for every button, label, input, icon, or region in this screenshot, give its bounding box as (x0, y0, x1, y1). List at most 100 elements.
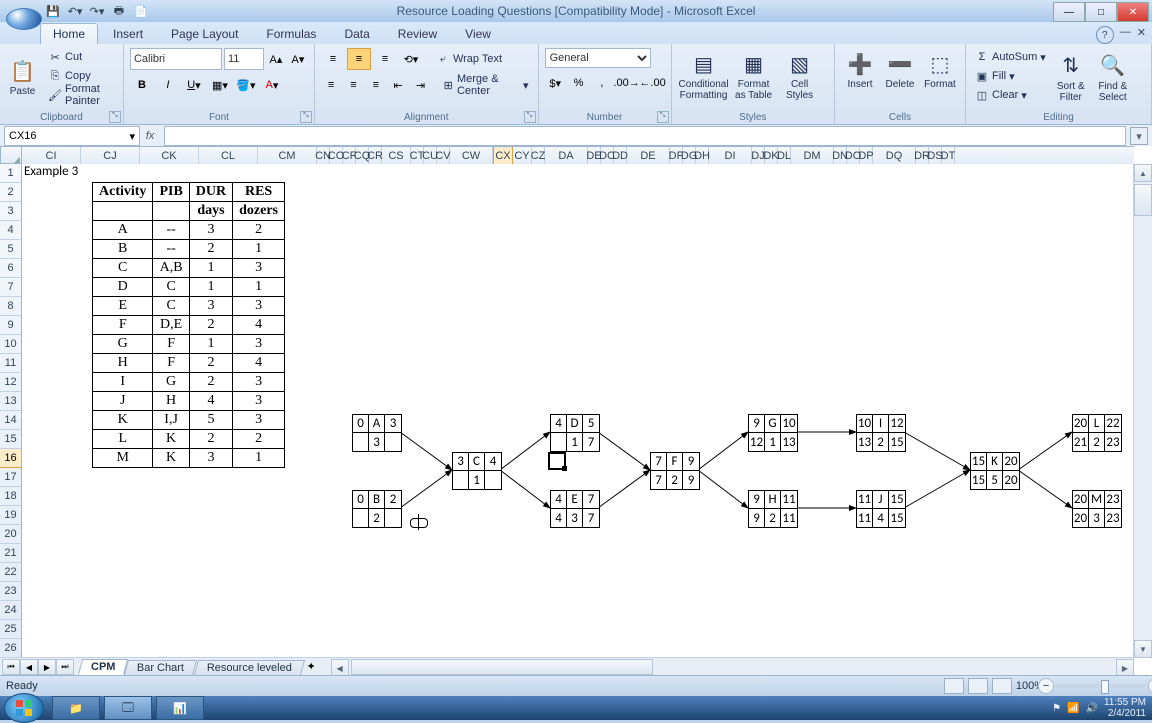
save-icon[interactable]: 💾 (44, 2, 62, 20)
column-header[interactable]: DL (778, 147, 791, 165)
cell-styles-button[interactable]: ▧Cell Styles (778, 48, 822, 101)
system-clock[interactable]: 11:55 PM 2/4/2011 (1104, 697, 1146, 719)
format-cells-button[interactable]: ⬚Format (921, 48, 959, 90)
name-box[interactable]: CX16▾ (4, 126, 140, 146)
fx-icon[interactable]: fx (140, 130, 160, 142)
column-header[interactable]: CS (382, 147, 411, 165)
wrap-text-button[interactable]: ⤶Wrap Text (433, 50, 505, 68)
font-size-combo[interactable] (224, 48, 264, 70)
column-header[interactable]: CY (513, 147, 532, 165)
quick-print-icon[interactable]: 📄 (132, 2, 150, 20)
tray-network-icon[interactable]: 📶 (1067, 703, 1079, 714)
row-header[interactable]: 12 (0, 373, 22, 392)
ribbon-close-icon[interactable]: ✕ (1137, 26, 1146, 44)
tray-volume-icon[interactable]: 🔊 (1085, 703, 1097, 714)
formula-expand-icon[interactable]: ▾ (1130, 127, 1148, 145)
fill-button[interactable]: ▣Fill▾ (972, 67, 1049, 85)
align-top-icon[interactable]: ≡ (321, 48, 345, 70)
row-header[interactable]: 6 (0, 259, 22, 278)
column-header[interactable]: CK (140, 147, 199, 165)
sheet-tab[interactable]: Bar Chart (124, 660, 197, 675)
column-header[interactable]: CR (369, 147, 382, 165)
taskbar-explorer-icon[interactable]: 📁 (52, 696, 100, 720)
close-button[interactable]: ✕ (1117, 2, 1149, 22)
tab-page-layout[interactable]: Page Layout (158, 23, 251, 44)
row-header[interactable]: 25 (0, 620, 22, 639)
row-header[interactable]: 7 (0, 278, 22, 297)
zoom-knob[interactable] (1101, 680, 1109, 694)
column-header[interactable]: CW (450, 147, 493, 165)
scroll-thumb[interactable] (1134, 184, 1152, 216)
row-header[interactable]: 18 (0, 487, 22, 506)
decrease-decimal-icon[interactable]: ←.00 (641, 72, 665, 94)
tab-review[interactable]: Review (385, 23, 450, 44)
row-header[interactable]: 19 (0, 506, 22, 525)
scroll-down-icon[interactable]: ▼ (1134, 640, 1152, 658)
cells-area[interactable]: Example 3 ActivityPIBDURRESdaysdozersA--… (22, 164, 1134, 658)
tab-formulas[interactable]: Formulas (253, 23, 329, 44)
row-header[interactable]: 24 (0, 601, 22, 620)
column-header[interactable]: DM (791, 147, 834, 165)
row-header[interactable]: 14 (0, 411, 22, 430)
comma-icon[interactable]: , (591, 72, 612, 94)
column-header[interactable]: CZ (532, 147, 545, 165)
delete-cells-button[interactable]: ➖Delete (881, 48, 919, 90)
select-all-corner[interactable] (0, 146, 22, 164)
decrease-font-icon[interactable]: A▾ (288, 48, 308, 70)
taskbar-app1-icon[interactable]: 🗔 (104, 696, 152, 720)
scroll-up-icon[interactable]: ▲ (1134, 164, 1152, 182)
align-left-icon[interactable]: ≡ (321, 74, 341, 96)
spreadsheet-grid[interactable]: CICJCKCLCMCNCOCFCQCRCSCTCUCVCWCXCYCZDADE… (0, 146, 1152, 676)
row-header[interactable]: 13 (0, 392, 22, 411)
minimize-button[interactable]: — (1053, 2, 1085, 22)
vertical-scrollbar[interactable]: ▲ ▼ (1133, 164, 1152, 658)
align-right-icon[interactable]: ≡ (366, 74, 386, 96)
align-bottom-icon[interactable]: ≡ (373, 48, 397, 70)
format-painter-button[interactable]: 🖌Format Painter (45, 86, 117, 104)
column-header[interactable]: DH (696, 147, 709, 165)
row-header[interactable]: 22 (0, 563, 22, 582)
tab-home[interactable]: Home (40, 23, 98, 44)
help-icon[interactable]: ? (1096, 26, 1114, 44)
column-header[interactable]: DD (614, 147, 627, 165)
column-header[interactable]: DP (860, 147, 873, 165)
insert-cells-button[interactable]: ➕Insert (841, 48, 879, 90)
autosum-button[interactable]: ΣAutoSum▾ (972, 48, 1049, 66)
row-header[interactable]: 9 (0, 316, 22, 335)
row-header[interactable]: 23 (0, 582, 22, 601)
row-header[interactable]: 3 (0, 202, 22, 221)
conditional-formatting-button[interactable]: ▤Conditional Formatting (678, 48, 730, 101)
row-header[interactable]: 16 (0, 449, 22, 468)
merge-center-button[interactable]: ⊞Merge & Center▾ (440, 76, 532, 94)
orientation-icon[interactable]: ⟲▾ (399, 48, 423, 70)
column-header[interactable]: CV (437, 147, 450, 165)
ribbon-minimize-icon[interactable]: — (1120, 26, 1131, 44)
row-header[interactable]: 26 (0, 639, 22, 658)
hscroll-thumb[interactable] (351, 659, 653, 675)
row-headers[interactable]: 1234567891011121314151617181920212223242… (0, 164, 22, 676)
row-header[interactable]: 5 (0, 240, 22, 259)
column-header[interactable]: CL (199, 147, 258, 165)
fill-color-button[interactable]: 🪣▾ (234, 74, 258, 96)
zoom-in-icon[interactable]: + (1148, 678, 1152, 694)
page-layout-view-icon[interactable] (968, 678, 988, 694)
row-header[interactable]: 11 (0, 354, 22, 373)
dialog-launcher-icon[interactable]: ⤡ (300, 111, 312, 123)
cut-button[interactable]: ✂Cut (45, 48, 117, 66)
column-headers[interactable]: CICJCKCLCMCNCOCFCQCRCSCTCUCVCWCXCYCZDADE… (22, 146, 1134, 166)
print-icon[interactable]: 🖶 (110, 2, 128, 20)
increase-font-icon[interactable]: A▴ (266, 48, 286, 70)
office-button[interactable] (6, 8, 42, 30)
row-header[interactable]: 8 (0, 297, 22, 316)
sheet-nav-prev-icon[interactable]: ◀ (20, 659, 38, 675)
tab-data[interactable]: Data (331, 23, 382, 44)
column-header[interactable]: DA (545, 147, 588, 165)
tab-view[interactable]: View (452, 23, 504, 44)
sheet-nav-first-icon[interactable]: ⏮ (2, 659, 20, 675)
sheet-nav-last-icon[interactable]: ⏭ (56, 659, 74, 675)
system-tray[interactable]: ⚑ 📶 🔊 11:55 PM 2/4/2011 (1052, 697, 1146, 719)
row-header[interactable]: 10 (0, 335, 22, 354)
sort-filter-button[interactable]: ⇅Sort & Filter (1051, 50, 1091, 103)
percent-icon[interactable]: % (568, 72, 589, 94)
sheet-tab[interactable]: Resource leveled (194, 660, 305, 675)
